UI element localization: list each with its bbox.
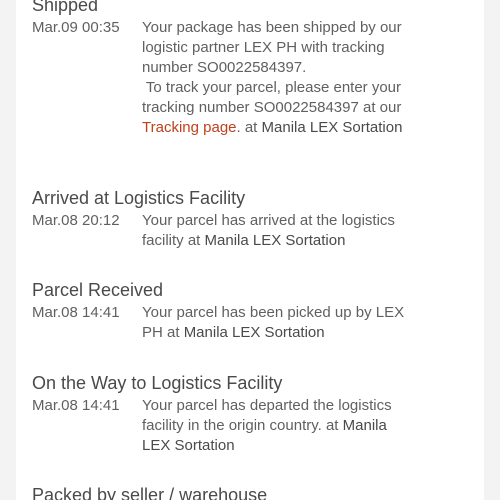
description-line: To track your parcel, please enter your	[142, 79, 402, 96]
description-line: logistic partner LEX PH with tracking	[142, 39, 385, 56]
location-text: Manila LEX Sortation	[183, 324, 325, 341]
description-text: PH at	[142, 324, 184, 341]
location-text: Manila LEX Sortation	[204, 232, 346, 249]
tracking-event-shipped: Shipped Mar.09 00:35 Your package has be…	[32, 0, 472, 138]
event-title: On the Way to Logistics Facility	[32, 373, 283, 393]
description-text: . at	[236, 119, 262, 136]
description-line: Your parcel has been picked up by LEX	[142, 304, 405, 321]
event-title: Shipped	[32, 0, 99, 15]
event-description: Your parcel has departed the logistics f…	[142, 396, 442, 456]
description-line: facility in the origin country. at Manil…	[142, 416, 442, 436]
event-description: Your parcel has arrived at the logistics…	[142, 211, 442, 251]
event-description: Your parcel has been picked up by LEX PH…	[142, 303, 442, 343]
event-time: Mar.08 14:41	[32, 397, 120, 414]
description-line: Your parcel has arrived at the logistics	[142, 212, 395, 229]
description-text: facility in the origin country. at	[142, 417, 343, 434]
location-text: Manila LEX Sortation	[261, 119, 403, 136]
event-title: Parcel Received	[32, 280, 164, 300]
description-line: tracking number SO0022584397 at our	[142, 99, 402, 116]
event-title: Arrived at Logistics Facility	[32, 188, 246, 208]
tracking-event-on-the-way: On the Way to Logistics Facility Mar.08 …	[32, 372, 472, 456]
location-text: LEX Sortation	[142, 437, 235, 454]
tracking-event-packed: Packed by seller / warehouse	[32, 484, 472, 500]
description-line: facility at Manila LEX Sortation	[142, 231, 442, 251]
tracking-page: Shipped Mar.09 00:35 Your package has be…	[0, 0, 500, 500]
event-title: Packed by seller / warehouse	[32, 485, 268, 500]
tracking-page-link[interactable]: Tracking page	[142, 119, 237, 136]
event-time: Mar.08 20:12	[32, 212, 120, 229]
description-line: Your parcel has departed the logistics	[142, 397, 392, 414]
tracking-timeline-card: Shipped Mar.09 00:35 Your package has be…	[16, 0, 484, 500]
event-time: Mar.08 14:41	[32, 304, 120, 321]
event-time: Mar.09 00:35	[32, 19, 120, 36]
description-line: Your package has been shipped by our	[142, 19, 402, 36]
description-line: number SO0022584397.	[142, 59, 307, 76]
tracking-event-parcel-received: Parcel Received Mar.08 14:41 Your parcel…	[32, 279, 472, 343]
tracking-event-arrived: Arrived at Logistics Facility Mar.08 20:…	[32, 187, 472, 251]
description-line: Tracking page. at Manila LEX Sortation	[142, 118, 442, 138]
description-line: PH at Manila LEX Sortation	[142, 323, 442, 343]
description-text: facility at	[142, 232, 205, 249]
location-text: Manila	[342, 417, 387, 434]
event-description: Your package has been shipped by our log…	[142, 18, 442, 138]
